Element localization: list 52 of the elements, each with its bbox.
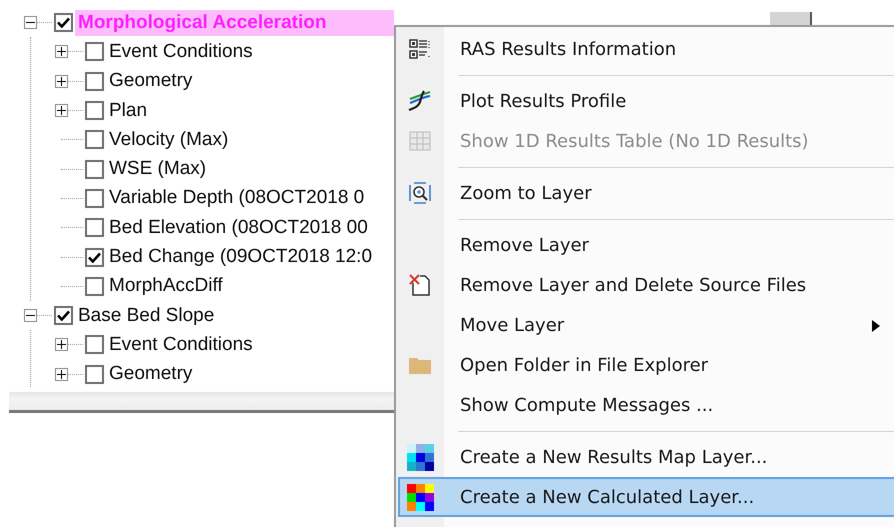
- menu-item[interactable]: Open Folder in File Explorer: [398, 345, 894, 385]
- layer-checkbox[interactable]: [85, 218, 104, 238]
- delete-file-icon: [408, 273, 432, 297]
- expander-icon[interactable]: [55, 104, 68, 118]
- layer-checkbox[interactable]: [85, 276, 104, 296]
- layer-checkbox[interactable]: [85, 130, 104, 150]
- layer-checkbox[interactable]: [54, 13, 73, 32]
- zoom-icon: [408, 181, 432, 205]
- menu-item[interactable]: Move Layer: [398, 305, 894, 345]
- layer-checkbox[interactable]: [85, 364, 104, 384]
- layer-label[interactable]: Event Conditions: [106, 332, 256, 358]
- expander-icon[interactable]: [55, 368, 68, 381]
- layer-checkbox[interactable]: [85, 72, 104, 91]
- layer-label[interactable]: Event Conditions: [106, 38, 256, 65]
- layer-label[interactable]: Variable Depth (08OCT2018 0: [106, 185, 368, 212]
- menu-item[interactable]: Plot Results Profile: [398, 81, 894, 121]
- menu-item[interactable]: Remove Layer and Delete Source Files: [398, 265, 894, 305]
- expander-icon[interactable]: [55, 74, 68, 88]
- expander-icon[interactable]: [24, 309, 37, 322]
- layer-checkbox[interactable]: [85, 160, 104, 179]
- layer-label[interactable]: MorphAccDiff: [106, 273, 226, 300]
- layer-label[interactable]: Base Bed Slope: [75, 302, 218, 329]
- raster-icon: [406, 444, 434, 470]
- layer-label[interactable]: Plan: [106, 98, 150, 124]
- layer-label[interactable]: Bed Elevation (08OCT2018 00: [106, 214, 371, 241]
- raster-icon: [406, 484, 434, 510]
- menu-item[interactable]: RAS Results Information: [398, 29, 894, 69]
- layer-checkbox[interactable]: [85, 101, 104, 120]
- menu-item[interactable]: Zoom to Layer: [398, 173, 894, 213]
- table-icon: [409, 131, 431, 151]
- layer-checkbox[interactable]: [54, 306, 73, 326]
- layer-checkbox[interactable]: [85, 248, 104, 267]
- layer-checkbox[interactable]: [85, 335, 104, 354]
- scrollbar[interactable]: [770, 12, 812, 26]
- menu-item[interactable]: Create a New Results Map Layer...: [398, 437, 894, 477]
- layer-label[interactable]: Bed Change (09OCT2018 12:0: [106, 244, 376, 270]
- layer-label[interactable]: Geometry: [106, 361, 196, 388]
- profile-lines-icon: [408, 89, 432, 113]
- list-icon: [409, 38, 431, 60]
- expander-icon[interactable]: [55, 338, 68, 352]
- layer-label[interactable]: Velocity (Max): [106, 126, 232, 153]
- horizontal-scrollbar[interactable]: [9, 392, 394, 413]
- layer-label[interactable]: Geometry: [106, 68, 196, 94]
- layer-label[interactable]: WSE (Max): [106, 156, 210, 182]
- menu-item[interactable]: Remove Layer: [398, 225, 894, 265]
- menu-item[interactable]: Create a New Calculated Layer...: [398, 477, 894, 517]
- expander-icon[interactable]: [24, 16, 37, 30]
- layer-checkbox[interactable]: [85, 42, 104, 62]
- menu-item[interactable]: Show Compute Messages ...: [398, 385, 894, 425]
- layer-checkbox[interactable]: [85, 188, 104, 208]
- folder-icon: [408, 355, 432, 375]
- expander-icon[interactable]: [55, 45, 68, 58]
